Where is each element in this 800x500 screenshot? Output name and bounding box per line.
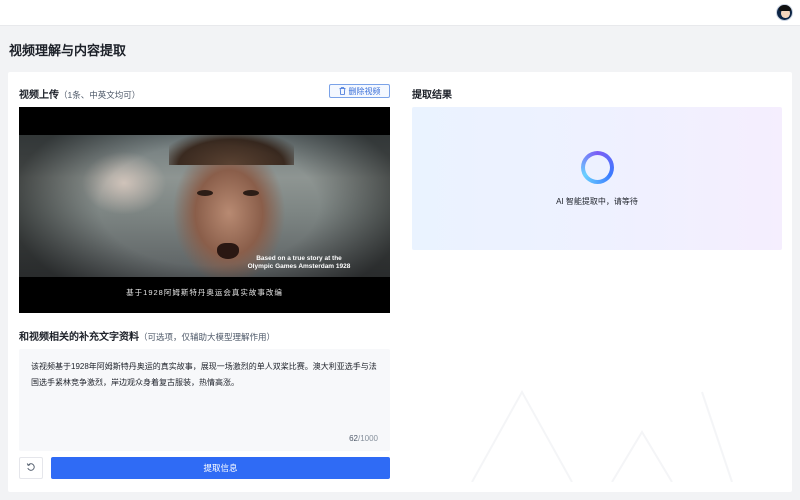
reset-button[interactable] [19, 457, 43, 479]
supplement-title: 和视频相关的补充文字资料 [19, 332, 139, 343]
delete-video-button[interactable]: 删除视频 [329, 84, 390, 98]
char-count: 62 [349, 434, 358, 443]
video-player[interactable]: Based on a true story at the Olympic Gam… [19, 107, 390, 313]
video-caption-en-1: Based on a true story at the [256, 255, 342, 262]
page-title: 视频理解与内容提取 [9, 43, 127, 58]
reset-icon [26, 459, 36, 477]
upload-title: 视频上传 [19, 90, 59, 101]
loading-status: AI 智能提取中，请等待 [556, 197, 638, 206]
main-card: 视频上传（1条、中英文均可） 删除视频 Based on a true stor… [8, 72, 792, 492]
user-avatar-icon[interactable] [776, 4, 793, 21]
video-caption-zh: 基于1928阿姆斯特丹奥运会真实故事改编 [126, 288, 283, 297]
top-bar [0, 0, 800, 26]
supplement-textarea[interactable]: 该视频基于1928年阿姆斯特丹奥运的真实故事，展现一场激烈的单人双桨比赛。澳大利… [19, 349, 390, 451]
video-caption-en-2: Olympic Games Amsterdam 1928 [247, 263, 351, 270]
supplement-hint: （可选项，仅辅助大模型理解作用） [139, 332, 276, 342]
loading-spinner-icon [581, 151, 614, 184]
result-title: 提取结果 [412, 90, 452, 101]
char-counter: 62/1000 [349, 434, 378, 443]
delete-video-label: 删除视频 [348, 86, 381, 96]
result-panel: AI 智能提取中，请等待 [412, 107, 782, 250]
background-decoration [471, 389, 733, 482]
supplement-text: 该视频基于1928年阿姆斯特丹奥运的真实故事，展现一场激烈的单人双桨比赛。澳大利… [31, 362, 377, 387]
char-max: /1000 [357, 434, 378, 443]
supplement-section-title: 和视频相关的补充文字资料（可选项，仅辅助大模型理解作用） [19, 328, 275, 343]
trash-icon [339, 87, 346, 95]
upload-section-title: 视频上传（1条、中英文均可） [19, 86, 140, 101]
upload-hint: （1条、中英文均可） [59, 90, 141, 100]
extract-button[interactable]: 提取信息 [51, 457, 390, 479]
avatar-hair [779, 5, 791, 11]
